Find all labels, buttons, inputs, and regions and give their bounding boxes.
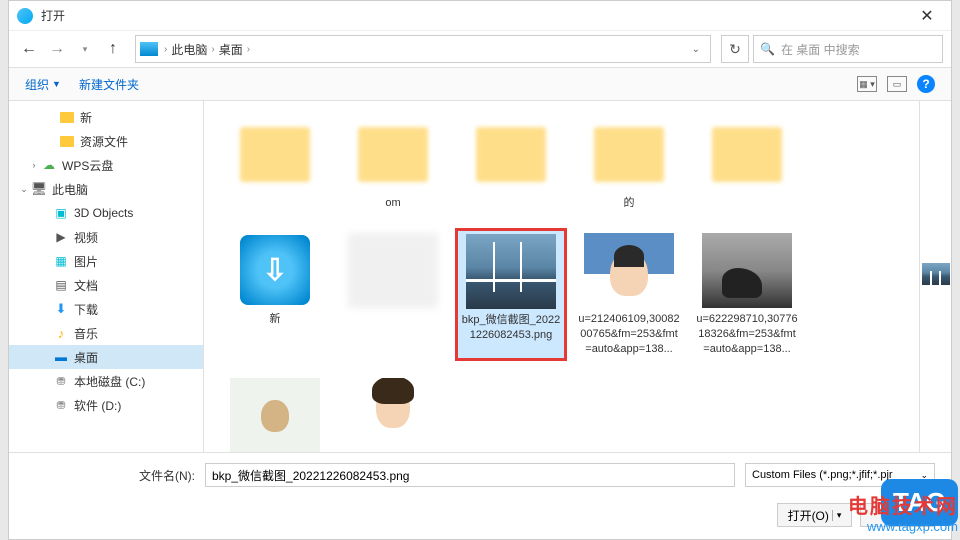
preview-pane-button[interactable]: ▭ [887, 76, 907, 92]
video-icon: ▶ [53, 229, 69, 245]
tree-label: 视频 [74, 229, 98, 246]
filename-bar: 文件名(N): Custom Files (*.png;*.jfif;*.pjr… [9, 452, 951, 497]
search-placeholder: 在 桌面 中搜索 [781, 41, 860, 58]
new-folder-button[interactable]: 新建文件夹 [79, 76, 139, 93]
sidebar-item[interactable]: ▦ 图片 [9, 249, 203, 273]
tree-label: 软件 (D:) [74, 397, 121, 414]
folder-icon [59, 109, 75, 125]
sidebar: 新资源文件 ›☁ WPS云盘 ⌄🖥 此电脑 ▣ 3D Objects ▶ 视频 ▦ 图片 ▤ 文档 ⬇ 下载… [9, 101, 204, 452]
file-item[interactable] [692, 113, 802, 215]
cloud-icon: ☁ [41, 157, 57, 173]
file-label: bkp_微信截图_20221226082453.png [461, 313, 561, 343]
file-item[interactable]: u=1403587575,1616289704&fm=253&fmt=auto&… [220, 374, 330, 452]
music-icon: ♪ [53, 325, 69, 341]
watermark: 电脑技术网 www.tagxp.com [848, 490, 958, 534]
image-icon: ▦ [53, 253, 69, 269]
sidebar-item[interactable]: ▶ 视频 [9, 225, 203, 249]
file-list[interactable]: om 的 ⇩新 bkp_微信截图_20221226082453.png u=212406… [204, 101, 919, 452]
chevron-icon: ⌄ [17, 184, 31, 195]
view-mode-button[interactable]: ▦ ▾ [857, 76, 877, 92]
pc-icon: 🖥 [31, 181, 47, 197]
file-item[interactable] [338, 229, 448, 361]
tree-label: 音乐 [74, 325, 98, 342]
titlebar: 打开 ✕ [9, 1, 951, 31]
tree-label: 桌面 [74, 349, 98, 366]
file-label: u=622298710,3077618326&fm=253&fmt=auto&a… [696, 312, 798, 357]
help-button[interactable]: ? [917, 75, 935, 93]
sidebar-item[interactable]: 新 [9, 105, 203, 129]
sidebar-item[interactable]: ▤ 文档 [9, 273, 203, 297]
watermark-url: www.tagxp.com [848, 519, 958, 534]
path-box[interactable]: › 此电脑 › 桌面 › ⌄ [135, 35, 711, 63]
dl-icon: ⬇ [53, 301, 69, 317]
preview-pane [919, 101, 951, 452]
filename-label: 文件名(N): [139, 467, 195, 484]
file-label: 的 [624, 196, 635, 211]
up-button[interactable]: ↑ [101, 37, 125, 61]
file-label: u=212406109,3008200765&fm=253&fmt=auto&a… [578, 312, 680, 357]
tree-label: 本地磁盘 (C:) [74, 373, 145, 390]
sidebar-item[interactable]: ⌄🖥 此电脑 [9, 177, 203, 201]
button-row: 打开(O)▾ 取消 [9, 497, 951, 539]
preview-thumbnail [922, 263, 950, 285]
organize-button[interactable]: 组织▼ [25, 76, 61, 93]
folder-icon [59, 133, 75, 149]
tree-label: 3D Objects [74, 206, 133, 220]
forward-button[interactable]: → [45, 37, 69, 61]
file-item[interactable]: u=2254155789,2235761935&fm=253&fmt=auto&… [338, 374, 448, 452]
toolbar: 组织▼ 新建文件夹 ▦ ▾ ▭ ? [9, 67, 951, 101]
tree-label: 此电脑 [52, 181, 88, 198]
main-area: 新资源文件›☁WPS云盘⌄🖥此电脑▣3D Objects▶视频▦图片▤文档⬇下载… [9, 101, 951, 452]
app-icon [17, 8, 33, 24]
back-button[interactable]: ← [17, 37, 41, 61]
disk-icon: ⛃ [53, 373, 69, 389]
file-item[interactable] [456, 113, 566, 215]
file-item[interactable] [220, 113, 330, 215]
sidebar-item[interactable]: ⛃ 本地磁盘 (C:) [9, 369, 203, 393]
filename-input[interactable] [205, 463, 735, 487]
file-item[interactable]: 的 [574, 113, 684, 215]
path-segment[interactable]: 此电脑 [167, 41, 211, 58]
search-input[interactable]: 🔍 在 桌面 中搜索 [753, 35, 943, 63]
sidebar-item[interactable]: ♪ 音乐 [9, 321, 203, 345]
3d-icon: ▣ [53, 205, 69, 221]
close-button[interactable]: ✕ [911, 2, 943, 30]
path-segment[interactable]: 桌面 [215, 41, 247, 58]
file-label: 新 [270, 312, 281, 327]
tree-label: 新 [80, 109, 92, 126]
tree-label: 下载 [74, 301, 98, 318]
pc-icon [140, 42, 158, 56]
watermark-text: 电脑技术网 [848, 490, 958, 519]
tree-label: 文档 [74, 277, 98, 294]
chevron-icon: › [247, 44, 250, 55]
desktop-icon: ▬ [53, 349, 69, 365]
sidebar-item[interactable]: ⛃ 软件 (D:) [9, 393, 203, 417]
sidebar-item[interactable]: ▣ 3D Objects [9, 201, 203, 225]
file-open-dialog: 打开 ✕ ← → ▾ ↑ › 此电脑 › 桌面 › ⌄ ↻ 🔍 在 桌面 中搜索… [8, 0, 952, 540]
recent-chevron[interactable]: ▾ [73, 37, 97, 61]
window-title: 打开 [41, 7, 65, 24]
search-icon: 🔍 [760, 42, 775, 56]
file-item[interactable]: u=212406109,3008200765&fm=253&fmt=auto&a… [574, 229, 684, 361]
nav-bar: ← → ▾ ↑ › 此电脑 › 桌面 › ⌄ ↻ 🔍 在 桌面 中搜索 [9, 31, 951, 67]
sidebar-item[interactable]: ⬇ 下载 [9, 297, 203, 321]
refresh-button[interactable]: ↻ [721, 35, 749, 63]
disk-icon: ⛃ [53, 397, 69, 413]
file-item[interactable]: bkp_微信截图_20221226082453.png [456, 229, 566, 361]
file-item[interactable]: om [338, 113, 448, 215]
tree-label: 资源文件 [80, 133, 128, 150]
path-dropdown[interactable]: ⌄ [686, 44, 706, 55]
file-item[interactable]: u=622298710,3077618326&fm=253&fmt=auto&a… [692, 229, 802, 361]
file-label: om [385, 196, 400, 211]
chevron-icon: › [27, 160, 41, 170]
tree-label: 图片 [74, 253, 98, 270]
sidebar-item[interactable]: ›☁ WPS云盘 [9, 153, 203, 177]
file-item[interactable]: ⇩新 [220, 229, 330, 361]
sidebar-item[interactable]: 资源文件 [9, 129, 203, 153]
tree-label: WPS云盘 [62, 157, 113, 174]
sidebar-item[interactable]: ▬ 桌面 [9, 345, 203, 369]
open-button[interactable]: 打开(O)▾ [777, 503, 852, 527]
doc-icon: ▤ [53, 277, 69, 293]
